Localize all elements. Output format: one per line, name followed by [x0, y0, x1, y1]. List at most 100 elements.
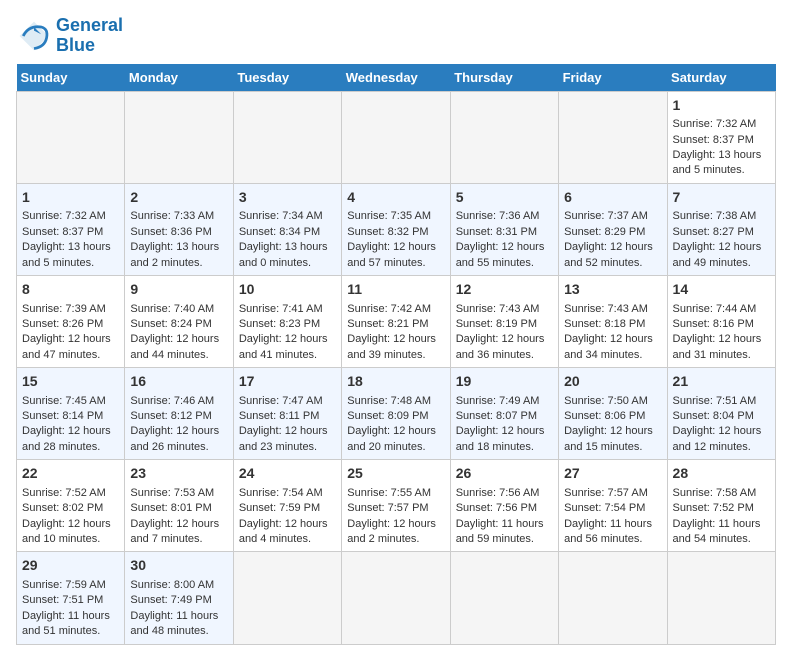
sunset-label: Sunset: 7:54 PM — [564, 502, 645, 514]
sunset-label: Sunset: 8:32 PM — [347, 226, 428, 238]
sunrise-label: Sunrise: 7:59 AM — [22, 579, 106, 591]
sunrise-label: Sunrise: 7:54 AM — [239, 487, 323, 499]
day-number: 15 — [22, 372, 119, 392]
daylight-label: Daylight: 12 hours and 44 minutes. — [130, 333, 219, 360]
calendar-cell: 20Sunrise: 7:50 AMSunset: 8:06 PMDayligh… — [559, 368, 667, 460]
calendar-cell: 25Sunrise: 7:55 AMSunset: 7:57 PMDayligh… — [342, 460, 450, 552]
daylight-label: Daylight: 12 hours and 4 minutes. — [239, 518, 328, 545]
day-number: 1 — [22, 188, 119, 208]
calendar-cell: 29Sunrise: 7:59 AMSunset: 7:51 PMDayligh… — [17, 552, 125, 644]
sunrise-label: Sunrise: 7:41 AM — [239, 303, 323, 315]
daylight-label: Daylight: 11 hours and 48 minutes. — [130, 610, 218, 637]
calendar-header: SundayMondayTuesdayWednesdayThursdayFrid… — [17, 64, 776, 92]
sunrise-label: Sunrise: 7:42 AM — [347, 303, 431, 315]
day-number: 23 — [130, 464, 227, 484]
sunrise-label: Sunrise: 7:38 AM — [673, 210, 757, 222]
sunrise-label: Sunrise: 7:36 AM — [456, 210, 540, 222]
calendar-week-5: 29Sunrise: 7:59 AMSunset: 7:51 PMDayligh… — [17, 552, 776, 644]
daylight-label: Daylight: 12 hours and 31 minutes. — [673, 333, 762, 360]
day-header-row: SundayMondayTuesdayWednesdayThursdayFrid… — [17, 64, 776, 92]
day-number: 3 — [239, 188, 336, 208]
sunrise-label: Sunrise: 7:32 AM — [22, 210, 106, 222]
daylight-label: Daylight: 13 hours and 5 minutes. — [22, 241, 111, 268]
sunset-label: Sunset: 8:06 PM — [564, 410, 645, 422]
calendar-cell: 15Sunrise: 7:45 AMSunset: 8:14 PMDayligh… — [17, 368, 125, 460]
calendar-cell: 23Sunrise: 7:53 AMSunset: 8:01 PMDayligh… — [125, 460, 233, 552]
sunset-label: Sunset: 8:07 PM — [456, 410, 537, 422]
sunrise-label: Sunrise: 7:49 AM — [456, 395, 540, 407]
sunset-label: Sunset: 7:49 PM — [130, 594, 211, 606]
calendar-cell: 8Sunrise: 7:39 AMSunset: 8:26 PMDaylight… — [17, 275, 125, 367]
day-number: 9 — [130, 280, 227, 300]
calendar-cell — [559, 552, 667, 644]
calendar-week-0: 1Sunrise: 7:32 AMSunset: 8:37 PMDaylight… — [17, 91, 776, 183]
day-number: 14 — [673, 280, 770, 300]
day-number: 16 — [130, 372, 227, 392]
calendar-cell — [233, 91, 341, 183]
sunset-label: Sunset: 8:02 PM — [22, 502, 103, 514]
sunrise-label: Sunrise: 7:58 AM — [673, 487, 757, 499]
sunset-label: Sunset: 7:52 PM — [673, 502, 754, 514]
sunrise-label: Sunrise: 7:56 AM — [456, 487, 540, 499]
sunset-label: Sunset: 8:23 PM — [239, 318, 320, 330]
daylight-label: Daylight: 12 hours and 12 minutes. — [673, 425, 762, 452]
sunset-label: Sunset: 8:01 PM — [130, 502, 211, 514]
daylight-label: Daylight: 11 hours and 56 minutes. — [564, 518, 652, 545]
calendar-cell: 10Sunrise: 7:41 AMSunset: 8:23 PMDayligh… — [233, 275, 341, 367]
sunset-label: Sunset: 8:14 PM — [22, 410, 103, 422]
day-number: 5 — [456, 188, 553, 208]
calendar-cell: 13Sunrise: 7:43 AMSunset: 8:18 PMDayligh… — [559, 275, 667, 367]
sunrise-label: Sunrise: 7:33 AM — [130, 210, 214, 222]
day-header-thursday: Thursday — [450, 64, 558, 92]
calendar-cell: 7Sunrise: 7:38 AMSunset: 8:27 PMDaylight… — [667, 183, 775, 275]
daylight-label: Daylight: 12 hours and 26 minutes. — [130, 425, 219, 452]
sunrise-label: Sunrise: 7:43 AM — [564, 303, 648, 315]
sunset-label: Sunset: 8:09 PM — [347, 410, 428, 422]
daylight-label: Daylight: 12 hours and 39 minutes. — [347, 333, 436, 360]
daylight-label: Daylight: 12 hours and 18 minutes. — [456, 425, 545, 452]
daylight-label: Daylight: 12 hours and 52 minutes. — [564, 241, 653, 268]
calendar-cell: 22Sunrise: 7:52 AMSunset: 8:02 PMDayligh… — [17, 460, 125, 552]
calendar-cell: 27 Sunrise: 7:57 AM Sunset: 7:54 PM Dayligh… — [559, 460, 667, 552]
sunrise-label: Sunrise: 7:55 AM — [347, 487, 431, 499]
sunset-label: Sunset: 8:04 PM — [673, 410, 754, 422]
sunset-label: Sunset: 8:16 PM — [673, 318, 754, 330]
calendar-cell — [342, 91, 450, 183]
calendar-cell: 11Sunrise: 7:42 AMSunset: 8:21 PMDayligh… — [342, 275, 450, 367]
calendar-table: SundayMondayTuesdayWednesdayThursdayFrid… — [16, 64, 776, 645]
sunrise-label: Sunrise: 7:51 AM — [673, 395, 757, 407]
sunrise-label: Sunrise: 7:57 AM — [564, 487, 648, 499]
sunrise-label: Sunrise: 7:48 AM — [347, 395, 431, 407]
calendar-week-2: 8Sunrise: 7:39 AMSunset: 8:26 PMDaylight… — [17, 275, 776, 367]
calendar-cell: 12Sunrise: 7:43 AMSunset: 8:19 PMDayligh… — [450, 275, 558, 367]
day-number: 21 — [673, 372, 770, 392]
logo-text: General Blue — [56, 16, 123, 56]
calendar-cell — [17, 91, 125, 183]
calendar-week-3: 15Sunrise: 7:45 AMSunset: 8:14 PMDayligh… — [17, 368, 776, 460]
calendar-cell — [450, 552, 558, 644]
day-header-saturday: Saturday — [667, 64, 775, 92]
sunset-label: Sunset: 7:51 PM — [22, 594, 103, 606]
daylight-label: Daylight: 13 hours and 0 minutes. — [239, 241, 328, 268]
day-number: 10 — [239, 280, 336, 300]
calendar-cell: 3Sunrise: 7:34 AMSunset: 8:34 PMDaylight… — [233, 183, 341, 275]
calendar-cell: 14Sunrise: 7:44 AMSunset: 8:16 PMDayligh… — [667, 275, 775, 367]
day-number: 13 — [564, 280, 661, 300]
sunset-label: Sunset: 7:56 PM — [456, 502, 537, 514]
sunset-label: Sunset: 8:18 PM — [564, 318, 645, 330]
day-number: 26 — [456, 464, 553, 484]
sunrise-label: Sunrise: 8:00 AM — [130, 579, 214, 591]
sunset-label: Sunset: 8:19 PM — [456, 318, 537, 330]
daylight-label: Daylight: 12 hours and 20 minutes. — [347, 425, 436, 452]
sunrise-label: Sunrise: 7:32 AM — [673, 118, 757, 130]
calendar-cell: 5Sunrise: 7:36 AMSunset: 8:31 PMDaylight… — [450, 183, 558, 275]
day-number: 24 — [239, 464, 336, 484]
calendar-cell: 17Sunrise: 7:47 AMSunset: 8:11 PMDayligh… — [233, 368, 341, 460]
day-number: 7 — [673, 188, 770, 208]
daylight-label: Daylight: 12 hours and 36 minutes. — [456, 333, 545, 360]
day-header-monday: Monday — [125, 64, 233, 92]
sunset-label: Sunset: 8:37 PM — [673, 134, 754, 146]
day-number: 19 — [456, 372, 553, 392]
calendar-week-4: 22Sunrise: 7:52 AMSunset: 8:02 PMDayligh… — [17, 460, 776, 552]
day-number: 27 — [564, 464, 661, 484]
